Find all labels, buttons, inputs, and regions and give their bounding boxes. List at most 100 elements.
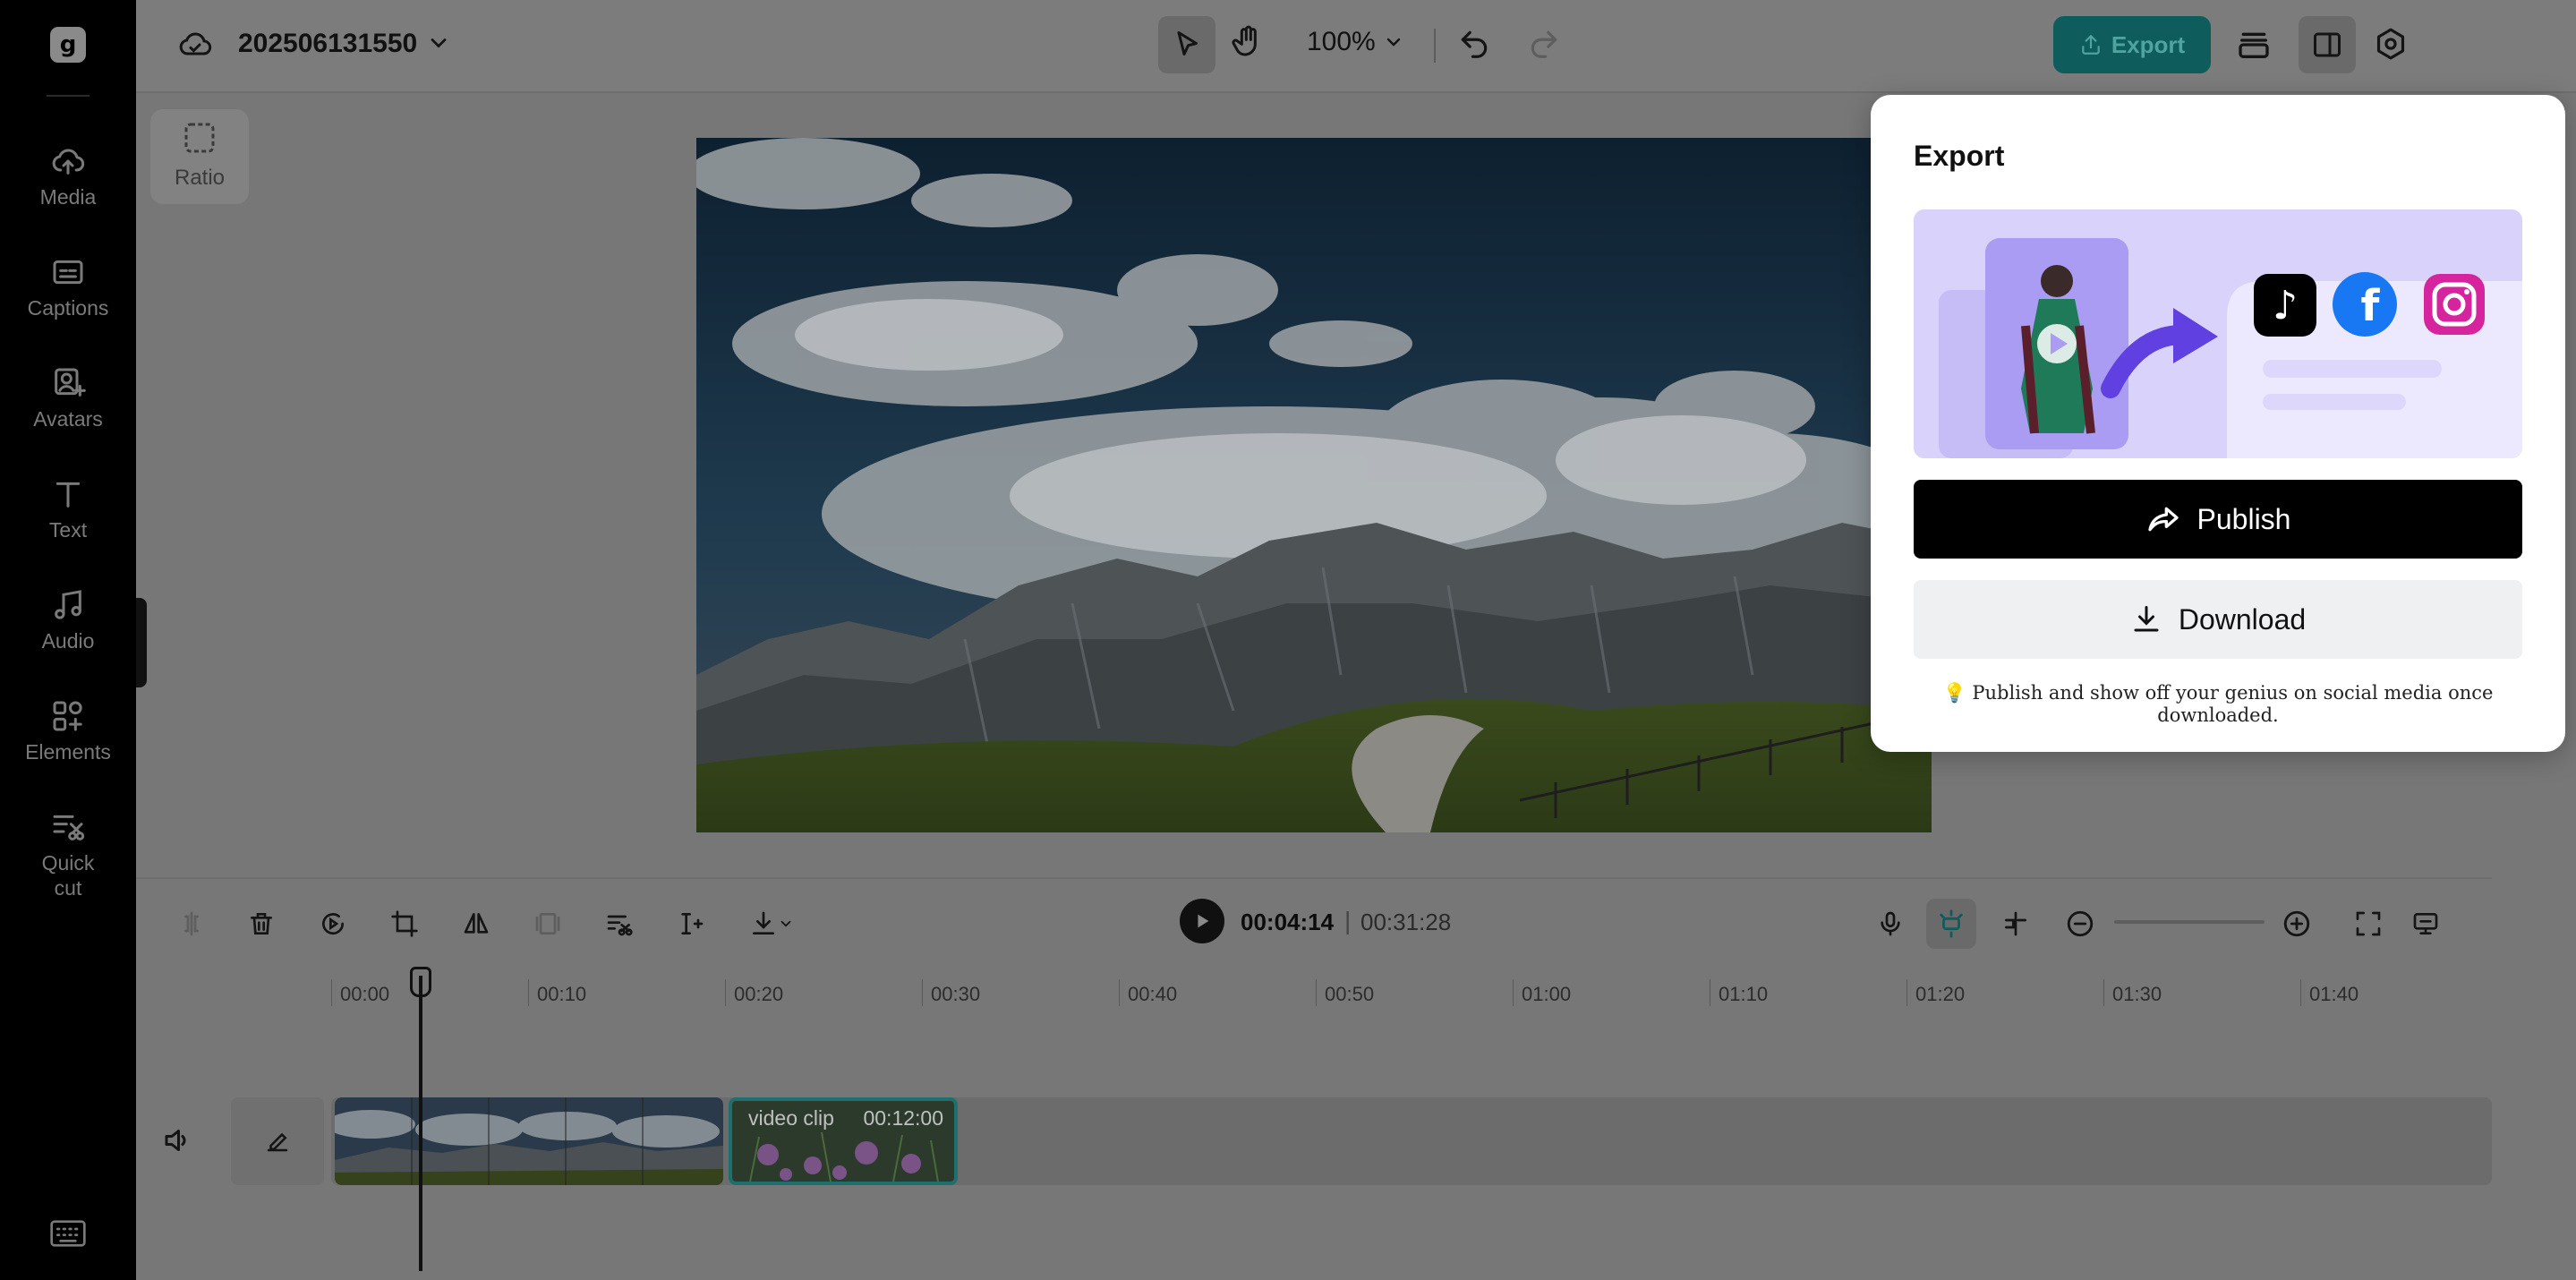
zoom-out-button[interactable] xyxy=(2060,904,2100,943)
freeze-button[interactable] xyxy=(528,904,567,943)
speed-icon xyxy=(322,913,345,935)
quick-cut-icon xyxy=(53,815,85,841)
time-divider: | xyxy=(1344,907,1352,934)
minus-circle-icon xyxy=(2067,910,2094,937)
plus-circle-icon xyxy=(2283,910,2310,937)
pointer-icon xyxy=(1177,31,1198,55)
publish-button[interactable]: Publish xyxy=(1914,480,2522,559)
auto-snap-button[interactable] xyxy=(1926,899,1976,949)
tick-label: 00:10 xyxy=(537,983,587,1005)
export-button[interactable]: Export xyxy=(2053,16,2211,73)
stack-icon xyxy=(2239,32,2269,58)
export-tip-text: 💡 Publish and show off your genius on so… xyxy=(1942,682,2494,726)
smart-cut-button[interactable] xyxy=(600,904,639,943)
flip-button[interactable] xyxy=(456,904,496,943)
fullscreen-button[interactable] xyxy=(2349,904,2388,943)
sidebar-item-label: Elements xyxy=(25,740,111,764)
sidebar-item-avatars[interactable]: Avatars xyxy=(0,365,136,431)
top-toolbar: 202506131550 100% Export xyxy=(136,0,2576,93)
sidebar-item-captions[interactable]: Captions xyxy=(0,254,136,320)
project-menu-button[interactable] xyxy=(426,30,451,55)
video-preview[interactable] xyxy=(696,138,1932,832)
track-mute-button[interactable] xyxy=(161,1124,193,1161)
freeze-frame-icon xyxy=(535,913,560,934)
download-menu-button[interactable] xyxy=(743,904,800,943)
sidebar-item-media[interactable]: Media xyxy=(0,143,136,209)
keyboard-shortcuts-button[interactable] xyxy=(50,1219,86,1252)
sidebar-panel-icon xyxy=(2314,32,2341,57)
delete-button[interactable] xyxy=(242,904,281,943)
settings-button[interactable] xyxy=(2374,27,2408,61)
timeline-zoom-slider[interactable] xyxy=(2114,920,2265,924)
svg-text:♪: ♪ xyxy=(2273,283,2298,329)
tick-label: 01:30 xyxy=(2112,983,2162,1005)
tick-label: 00:40 xyxy=(1128,983,1178,1005)
left-sidebar: g Media Captions Avatars Text Audio Elem… xyxy=(0,0,136,1280)
crop-icon xyxy=(391,910,418,937)
cloud-upload-icon xyxy=(52,149,85,175)
total-duration: 00:31:28 xyxy=(1361,909,1452,935)
hand-tool-button[interactable] xyxy=(1230,23,1266,59)
insert-button[interactable] xyxy=(671,904,711,943)
sidebar-item-text[interactable]: Text xyxy=(0,476,136,542)
playhead[interactable] xyxy=(419,976,422,1271)
play-icon xyxy=(1198,914,1209,928)
export-dialog: Export ♪ f Publish Download 💡 Publish an… xyxy=(1871,95,2565,752)
record-voice-button[interactable] xyxy=(1871,904,1910,943)
split-button[interactable] xyxy=(172,904,211,943)
sidebar-item-elements[interactable]: Elements xyxy=(0,698,136,764)
svg-text:f: f xyxy=(2361,281,2381,331)
play-button[interactable] xyxy=(1180,899,1224,943)
smart-cut-icon xyxy=(607,915,633,936)
track-edit-button[interactable] xyxy=(231,1097,324,1185)
avatar-icon xyxy=(55,368,86,397)
tick-mark xyxy=(1906,979,1907,1006)
speed-button[interactable] xyxy=(313,904,353,943)
panel-toggle-button[interactable] xyxy=(2299,16,2356,73)
monitor-icon xyxy=(2413,912,2438,934)
zoom-in-button[interactable] xyxy=(2277,904,2316,943)
project-name[interactable]: 202506131550 xyxy=(238,29,417,59)
download-icon xyxy=(2134,606,2159,632)
flip-icon xyxy=(464,913,489,934)
clip-duration: 00:12:00 xyxy=(863,1106,943,1130)
preview-frame-image xyxy=(696,138,1932,832)
tick-mark xyxy=(725,979,726,1006)
pencil-icon xyxy=(267,1132,288,1152)
tick-label: 01:00 xyxy=(1522,983,1572,1005)
zoom-dropdown[interactable]: 100% xyxy=(1307,27,1404,57)
cloud-sync-button[interactable] xyxy=(177,27,213,63)
timeline-clip[interactable] xyxy=(335,1097,723,1185)
timeline-clip-selected[interactable]: video clip 00:12:00 xyxy=(729,1097,958,1185)
zoom-level: 100% xyxy=(1307,27,1376,56)
layers-button[interactable] xyxy=(2236,27,2272,63)
crop-button[interactable] xyxy=(385,904,424,943)
ratio-button[interactable]: Ratio xyxy=(150,109,249,204)
tick-mark xyxy=(528,979,529,1006)
redo-button[interactable] xyxy=(1527,27,1561,61)
text-icon xyxy=(55,482,81,508)
download-button[interactable]: Download xyxy=(1914,580,2522,659)
captions-icon xyxy=(53,260,83,285)
undo-icon xyxy=(1461,30,1488,58)
sidebar-item-label: Text xyxy=(48,518,88,542)
undo-button[interactable] xyxy=(1457,27,1491,61)
redo-icon xyxy=(1531,30,1557,58)
split-track-button[interactable] xyxy=(1996,904,2035,943)
speaker-icon xyxy=(165,1130,186,1151)
select-tool-button[interactable] xyxy=(1158,16,1215,73)
clip-name: video clip xyxy=(748,1106,834,1130)
gear-icon xyxy=(2376,28,2405,60)
preview-mode-button[interactable] xyxy=(2406,904,2445,943)
hand-icon xyxy=(1232,25,1257,56)
microphone-icon xyxy=(1881,911,1900,936)
tick-label: 00:20 xyxy=(734,983,784,1005)
sidebar-item-label: Captions xyxy=(27,296,109,320)
panel-collapse-handle[interactable] xyxy=(136,598,147,687)
current-time: 00:04:14 xyxy=(1241,909,1335,935)
fullscreen-icon xyxy=(2356,911,2381,936)
sidebar-item-audio[interactable]: Audio xyxy=(0,587,136,653)
sidebar-item-quick-cut[interactable]: Quick cut xyxy=(0,809,136,900)
sidebar-divider xyxy=(47,95,90,97)
timeline-ruler[interactable]: 00:00 00:10 00:20 00:30 00:40 00:50 01:0… xyxy=(136,967,2492,1020)
